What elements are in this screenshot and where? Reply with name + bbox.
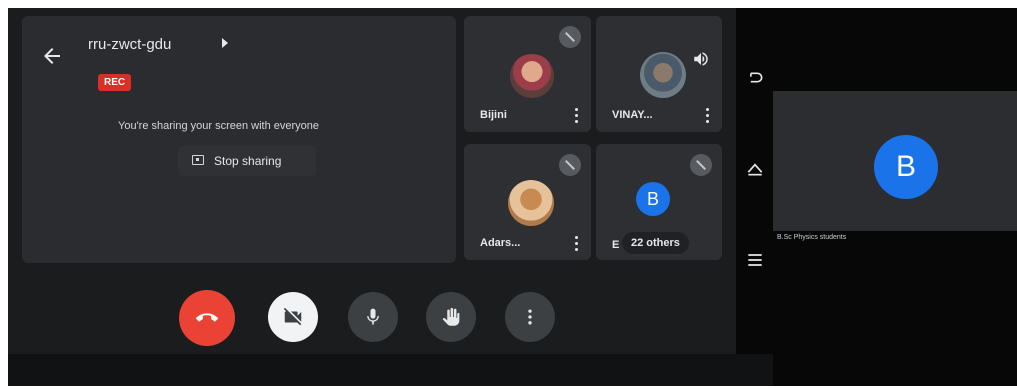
participant-name: Adars... <box>480 237 521 249</box>
stop-sharing-button[interactable]: Stop sharing <box>178 146 316 176</box>
participant-name: Bijini <box>480 109 507 121</box>
participant-avatar: B <box>874 135 938 199</box>
participant-name: VINAY... <box>612 109 653 121</box>
mic-muted-icon <box>690 154 712 176</box>
android-nav-bar <box>737 8 773 354</box>
stop-sharing-label: Stop sharing <box>214 154 282 168</box>
mic-muted-icon <box>559 26 581 48</box>
pinned-participant-panel[interactable]: B B.Sc Physics students <box>773 91 1017 241</box>
meet-window: rru-zwct-gdu REC You're sharing your scr… <box>8 8 736 354</box>
screen-share-panel: rru-zwct-gdu REC You're sharing your scr… <box>22 16 456 263</box>
raise-hand-button[interactable] <box>426 292 476 342</box>
more-options-button[interactable] <box>505 292 555 342</box>
participant-tile[interactable]: Bijini <box>464 16 591 132</box>
bottom-strip <box>8 354 773 386</box>
meeting-code[interactable]: rru-zwct-gdu <box>88 36 171 53</box>
recents-nav-icon[interactable] <box>745 250 765 270</box>
participant-photo <box>640 52 686 98</box>
hand-icon <box>442 307 460 326</box>
phone-hangup-icon <box>196 313 218 322</box>
others-tile[interactable]: B E 22 others <box>596 144 722 260</box>
mic-icon <box>367 308 379 325</box>
participant-photo <box>508 180 554 226</box>
share-status-text: You're sharing your screen with everyone <box>118 120 320 132</box>
camera-off-icon <box>283 307 302 326</box>
speaker-icon <box>694 52 708 66</box>
screen-share-icon <box>192 155 204 165</box>
back-nav-icon[interactable] <box>745 70 765 90</box>
more-vertical-icon[interactable] <box>575 236 579 252</box>
end-call-button[interactable] <box>179 290 235 346</box>
more-vertical-icon[interactable] <box>706 108 710 124</box>
more-vertical-icon[interactable] <box>575 108 579 124</box>
device-screen: rru-zwct-gdu REC You're sharing your scr… <box>8 8 1017 386</box>
participant-tile[interactable]: VINAY... <box>596 16 722 132</box>
participant-initial: E <box>612 239 620 251</box>
recording-badge: REC <box>98 74 132 91</box>
participant-avatar: B <box>636 182 670 216</box>
chevron-right-icon[interactable] <box>222 38 228 48</box>
microphone-button[interactable] <box>348 292 398 342</box>
back-arrow-icon[interactable] <box>40 44 64 68</box>
camera-toggle-button[interactable] <box>268 292 318 342</box>
participant-name: B.Sc Physics students <box>777 234 847 241</box>
others-count-pill[interactable]: 22 others <box>622 232 689 254</box>
home-nav-icon[interactable] <box>745 158 765 178</box>
more-vertical-icon <box>528 309 532 325</box>
participant-tile[interactable]: Adars... <box>464 144 591 260</box>
participant-photo <box>510 54 554 98</box>
mic-muted-icon <box>559 154 581 176</box>
